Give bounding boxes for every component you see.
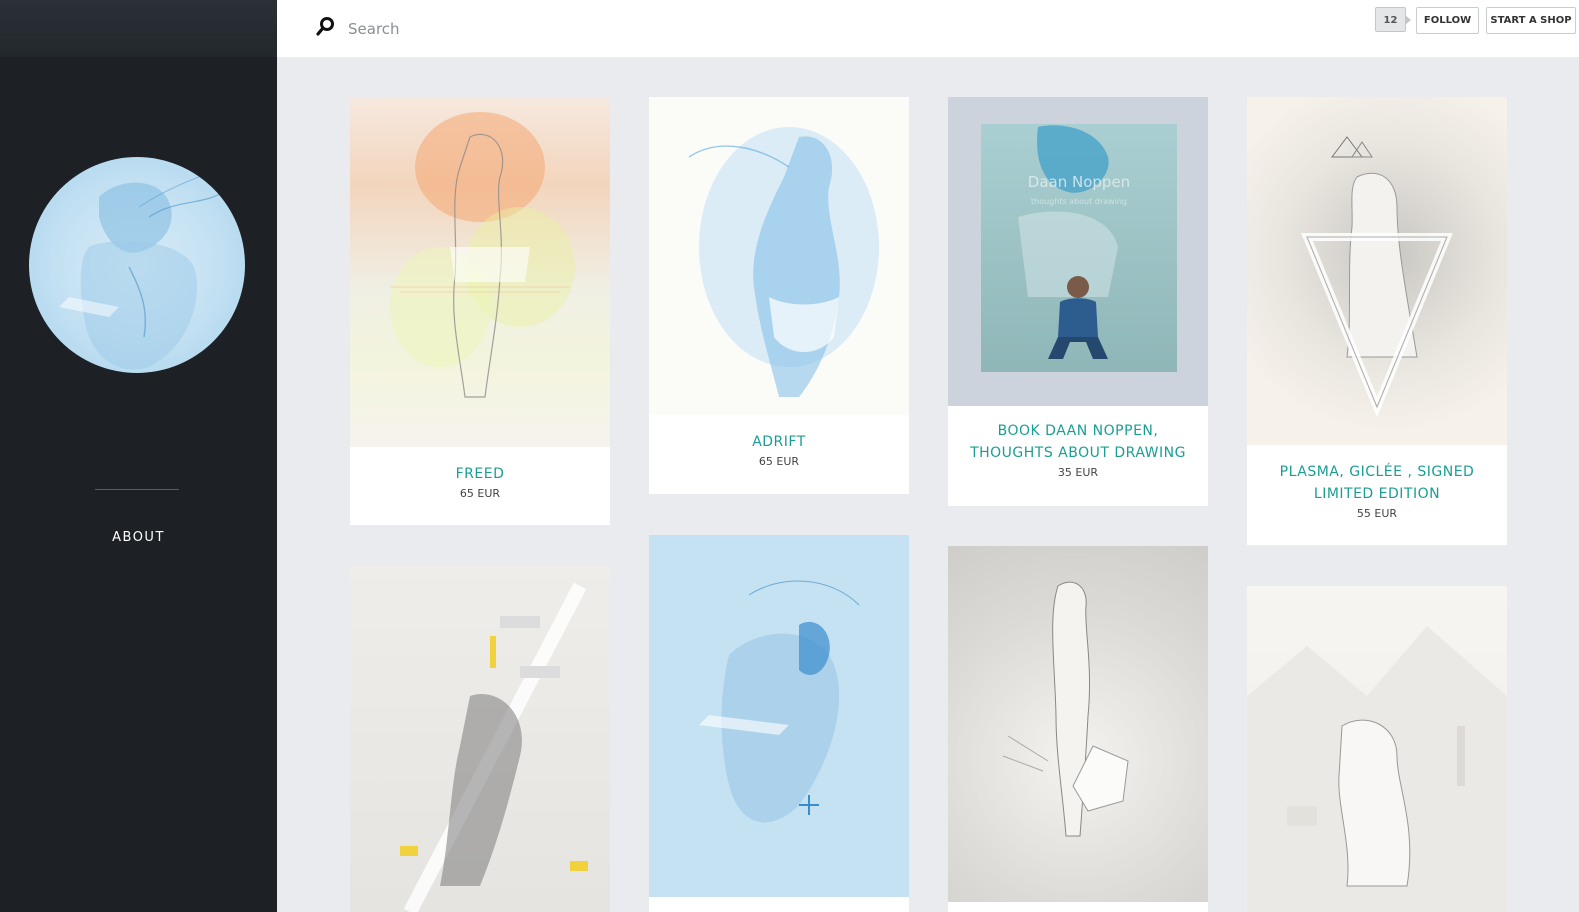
product-image[interactable] (948, 546, 1208, 902)
product-card[interactable]: PLASMA, GICLÉE , SIGNED LIMITED EDITION … (1247, 97, 1507, 545)
book-cover-artwork: Daan Noppen thoughts about drawing (981, 124, 1177, 372)
product-image[interactable] (350, 97, 610, 447)
search-input[interactable] (346, 15, 750, 43)
avatar-artwork (59, 166, 230, 370)
artwork-thumbnail (1247, 626, 1507, 912)
sidebar-header (0, 0, 277, 57)
product-price: 65 EUR (459, 487, 501, 500)
book-cover-subtitle: thoughts about drawing (1031, 197, 1127, 206)
product-title[interactable]: BOOK DAAN NOPPEN, THOUGHTS ABOUT DRAWING (948, 420, 1208, 464)
sidebar-divider (95, 489, 179, 490)
artwork-thumbnail (699, 580, 860, 823)
product-price: 35 EUR (1057, 466, 1099, 479)
product-card[interactable]: ADRIFT 65 EUR (649, 97, 909, 494)
product-title[interactable]: ADRIFT (649, 431, 909, 453)
plasma-artwork (1301, 136, 1453, 418)
product-card[interactable]: Daan Noppen thoughts about drawing BOOK … (948, 97, 1208, 506)
artwork-thumbnail (400, 582, 588, 912)
search-icon[interactable] (316, 16, 336, 36)
shop-avatar[interactable] (29, 157, 245, 373)
product-image[interactable] (649, 535, 909, 897)
product-card[interactable] (649, 535, 909, 912)
follow-button[interactable]: FOLLOW (1416, 7, 1479, 34)
product-price: 55 EUR (1356, 507, 1398, 520)
artwork-thumbnail (1002, 581, 1129, 837)
sidebar: ABOUT (0, 0, 277, 912)
product-card[interactable]: FREED 65 EUR (350, 97, 610, 525)
product-image[interactable] (1247, 586, 1507, 912)
product-title[interactable]: FREED (350, 463, 610, 485)
product-image[interactable]: Daan Noppen thoughts about drawing (948, 97, 1208, 406)
start-a-shop-button[interactable]: START A SHOP (1486, 7, 1576, 34)
adrift-artwork (688, 127, 879, 397)
product-price: 65 EUR (758, 455, 800, 468)
product-image[interactable] (1247, 97, 1507, 445)
nav-about[interactable]: ABOUT (0, 530, 277, 545)
product-image[interactable] (350, 566, 610, 912)
product-card[interactable] (948, 546, 1208, 912)
product-card[interactable] (350, 566, 610, 912)
product-card[interactable] (1247, 586, 1507, 912)
freed-artwork (390, 112, 575, 398)
product-title[interactable]: PLASMA, GICLÉE , SIGNED LIMITED EDITION (1247, 461, 1507, 505)
book-cover-author: Daan Noppen (1028, 173, 1130, 191)
follower-count-badge: 12 (1375, 7, 1411, 32)
product-image[interactable] (649, 97, 909, 415)
